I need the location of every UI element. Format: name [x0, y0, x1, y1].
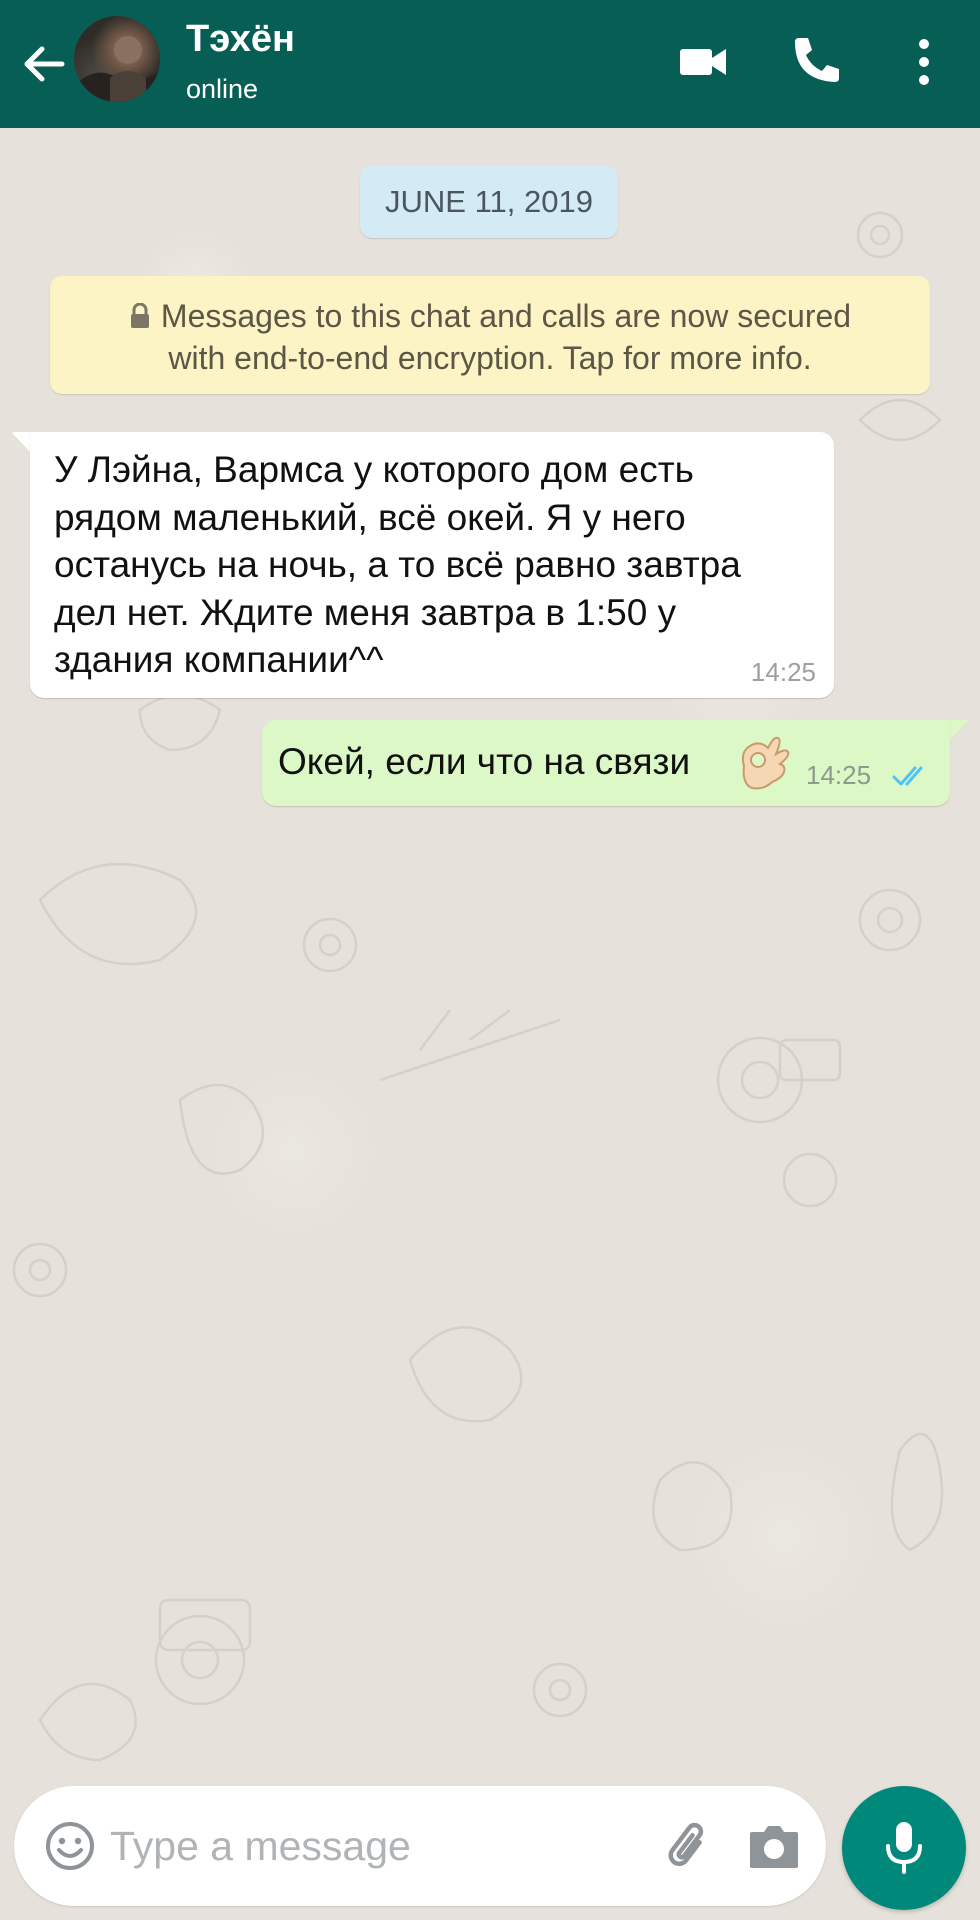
smiley-icon[interactable]: [42, 1818, 98, 1874]
message-time: 14:25: [806, 760, 872, 790]
outgoing-message[interactable]: Окей, если что на связи 14:25: [262, 720, 950, 806]
contact-status: online: [186, 74, 259, 104]
message-composer: [14, 1786, 826, 1906]
contact-avatar[interactable]: [74, 16, 160, 102]
avatar-image: [74, 36, 160, 102]
mic-button[interactable]: [842, 1786, 966, 1910]
video-call-button[interactable]: [672, 30, 736, 94]
double-check-icon: [892, 766, 923, 786]
back-button[interactable]: [14, 34, 74, 94]
more-vert-icon: [919, 39, 929, 85]
contact-name[interactable]: Тэхён: [186, 18, 295, 61]
camera-icon[interactable]: [744, 1816, 804, 1876]
more-options-button[interactable]: [892, 30, 956, 94]
ok-hand-emoji: [741, 736, 790, 790]
message-time: 14:25: [750, 657, 816, 687]
paperclip-icon[interactable]: [656, 1814, 720, 1878]
incoming-message[interactable]: У Лэйна, Вармса у которого дом есть рядо…: [30, 432, 834, 698]
phone-icon: [795, 38, 839, 82]
message-text: Окей, если что на связи: [278, 741, 691, 782]
video-call-icon: [680, 49, 726, 75]
message-input[interactable]: [110, 1810, 640, 1882]
voice-call-button[interactable]: [782, 30, 846, 94]
encryption-notice[interactable]: Messages to this chat and calls are now …: [50, 276, 930, 394]
message-text: У Лэйна, Вармса у которого дом есть рядо…: [54, 449, 741, 680]
arrow-left-icon: [24, 46, 65, 82]
lock-icon: [130, 303, 149, 328]
mic-icon: [886, 1822, 922, 1874]
encryption-notice-line2: with end-to-end encryption. Tap for more…: [168, 340, 812, 376]
date-separator: JUNE 11, 2019: [360, 166, 618, 238]
encryption-notice-line1: Messages to this chat and calls are now …: [160, 298, 852, 334]
chat-header: Тэхён online: [0, 0, 980, 128]
